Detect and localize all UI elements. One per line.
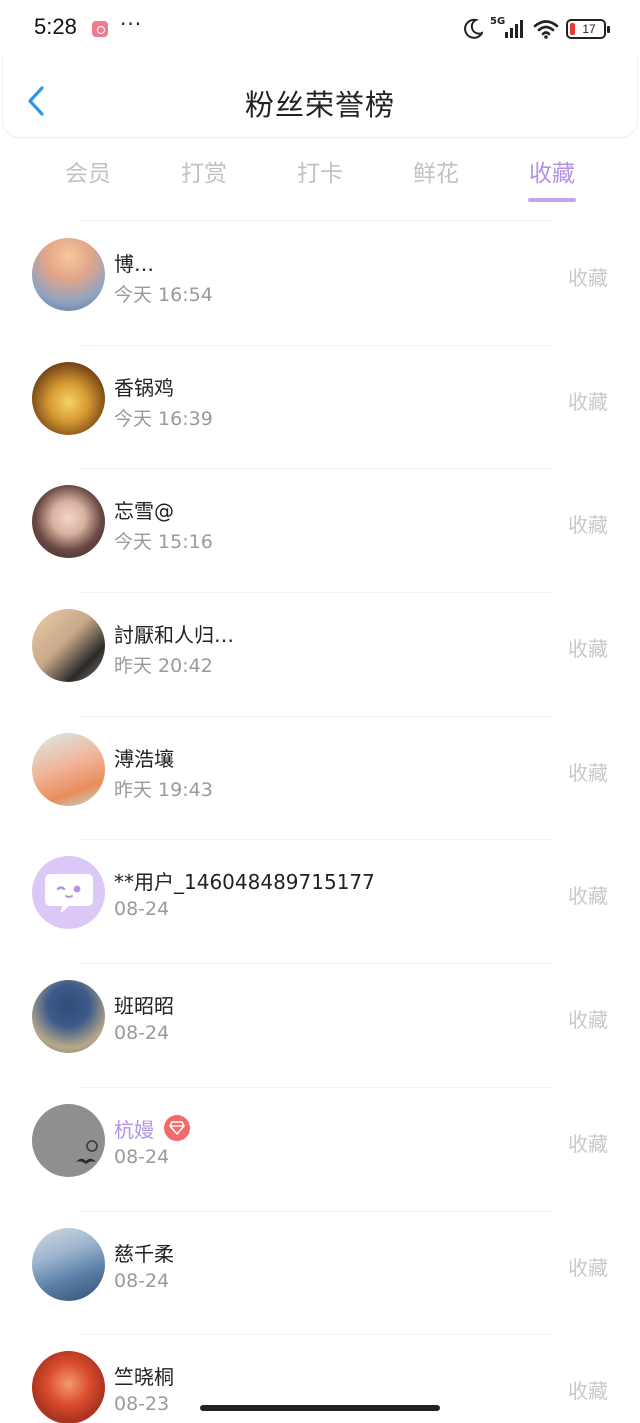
timestamp: 昨天 19:43 (114, 778, 213, 801)
network-type: 5G (490, 16, 506, 27)
timestamp: 08-24 (114, 1269, 170, 1292)
list-item[interactable]: 博… 今天 16:54 收藏 (0, 222, 640, 346)
timestamp: 08-24 (114, 1022, 170, 1045)
avatar[interactable] (32, 361, 105, 435)
list-item[interactable]: 班昭昭 08-24 收藏 (0, 964, 640, 1088)
list-item[interactable]: 杭嫚 08-24 收藏 (0, 1088, 640, 1212)
tab-label: 打赏 (181, 161, 227, 187)
chat-bubble-icon (44, 873, 93, 913)
battery-level (570, 23, 575, 35)
user-name: 溥浩壤 (114, 746, 174, 771)
vip-badge (164, 1115, 190, 1142)
tab-checkin[interactable]: 打卡 (262, 150, 378, 206)
battery-percent: 17 (582, 22, 596, 36)
list-item[interactable]: 忘雪@ 今天 15:16 收藏 (0, 469, 640, 594)
tab-label: 打卡 (297, 161, 343, 187)
wifi-icon (533, 20, 559, 39)
favorite-label: 收藏 (568, 1379, 608, 1404)
user-name: 香锅鸡 (114, 375, 174, 400)
header: 粉丝荣誉榜 (2, 58, 638, 138)
status-icons: 5G 17 (463, 16, 610, 42)
user-name: 忘雪@ (114, 499, 174, 524)
timestamp: 昨天 20:42 (114, 655, 213, 678)
tab-label: 收藏 (529, 161, 575, 187)
diamond-icon (169, 1121, 185, 1136)
signal-icon: 5G (490, 16, 526, 40)
tab-flowers[interactable]: 鲜花 (378, 150, 494, 206)
default-avatar-icon (76, 1140, 98, 1164)
moon-icon (464, 18, 483, 39)
avatar[interactable] (32, 609, 105, 683)
favorite-label: 收藏 (568, 1008, 608, 1033)
page-title: 粉丝荣誉榜 (244, 88, 395, 122)
status-time: 5:28 (34, 14, 77, 39)
home-indicator[interactable] (200, 1405, 440, 1411)
favorite-label: 收藏 (568, 389, 608, 414)
favorite-label: 收藏 (568, 1255, 608, 1280)
app-notification-icon (92, 21, 108, 37)
tab-rewards[interactable]: 打赏 (146, 150, 262, 206)
list-item[interactable]: **用户_146048489715177 08-24 收藏 (0, 840, 640, 965)
user-name: **用户_146048489715177 (114, 870, 375, 895)
user-name: 竺晓桐 (114, 1365, 174, 1390)
tab-bar: 会员 打赏 打卡 鲜花 收藏 (30, 150, 610, 206)
user-name: 班昭昭 (114, 994, 174, 1019)
favorite-label: 收藏 (568, 1131, 608, 1156)
avatar[interactable] (32, 856, 105, 930)
list-item[interactable]: 溥浩壤 昨天 19:43 收藏 (0, 717, 640, 841)
favorite-label: 收藏 (568, 760, 608, 785)
favorite-label: 收藏 (568, 513, 608, 538)
tab-members[interactable]: 会员 (30, 150, 146, 206)
avatar[interactable] (32, 1103, 105, 1177)
avatar[interactable] (32, 1227, 105, 1301)
user-name: 討厭和人归… (114, 623, 234, 648)
user-name: 博… (114, 252, 154, 276)
avatar[interactable] (32, 485, 105, 559)
user-name: 杭嫚 (114, 1117, 154, 1142)
list-item[interactable]: 慈千柔 08-24 收藏 (0, 1212, 640, 1336)
avatar[interactable] (32, 1351, 105, 1423)
favorite-label: 收藏 (568, 637, 608, 662)
fan-list: 博… 今天 16:54 收藏 香锅鸡 今天 16:39 收藏 忘雪@ 今天 15… (0, 222, 640, 1423)
list-item[interactable]: 討厭和人归… 昨天 20:42 收藏 (0, 593, 640, 717)
favorite-label: 收藏 (568, 884, 608, 909)
more-notifications-icon: ··· (120, 12, 143, 36)
timestamp: 今天 15:16 (114, 531, 213, 554)
timestamp: 08-24 (114, 898, 170, 921)
avatar[interactable] (32, 980, 105, 1054)
timestamp: 今天 16:39 (114, 407, 213, 430)
user-name: 慈千柔 (114, 1241, 174, 1266)
avatar[interactable] (32, 238, 105, 311)
favorite-label: 收藏 (568, 266, 608, 290)
tab-favorites[interactable]: 收藏 (494, 150, 610, 206)
battery-icon: 17 (566, 19, 610, 39)
timestamp: 08-24 (114, 1145, 170, 1168)
status-bar: 5:28 ··· 5G 17 (0, 0, 640, 58)
avatar[interactable] (32, 732, 105, 806)
active-tab-indicator (528, 198, 576, 202)
list-item[interactable]: 香锅鸡 今天 16:39 收藏 (0, 346, 640, 470)
divider (80, 220, 550, 221)
tab-label: 会员 (65, 161, 111, 187)
timestamp: 今天 16:54 (114, 284, 213, 306)
tab-label: 鲜花 (413, 161, 459, 187)
timestamp: 08-23 (114, 1393, 170, 1416)
